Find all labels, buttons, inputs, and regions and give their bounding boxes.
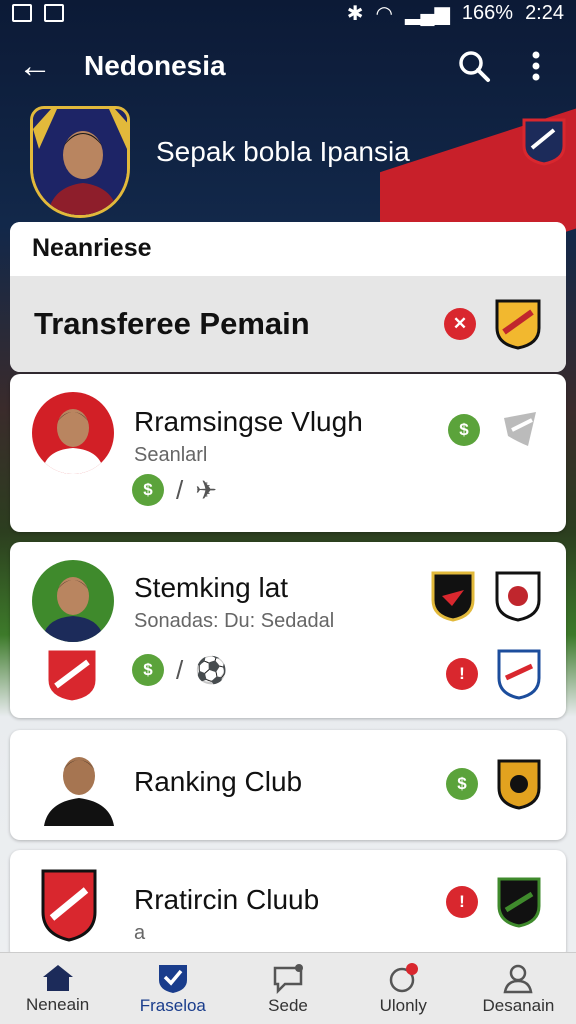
nav-chat[interactable]: Sede bbox=[230, 953, 345, 1024]
close-badge-icon[interactable]: ✕ bbox=[444, 308, 476, 340]
search-icon bbox=[459, 51, 490, 82]
app-bar: ← Nedonesia bbox=[0, 36, 576, 96]
player-avatar bbox=[32, 392, 114, 474]
shield-icon bbox=[504, 412, 536, 446]
hero-title: Sepak bobla Ipansia bbox=[156, 136, 410, 167]
club-crest-icon bbox=[495, 571, 541, 622]
signal-icon: ▂▄▆ bbox=[404, 2, 450, 25]
bluetooth-icon: ✱ bbox=[346, 2, 364, 25]
player-card[interactable]: Stemking lat Sonadas: Du: Sedadal $ / ⚽ … bbox=[10, 542, 566, 718]
player-portrait-icon bbox=[33, 109, 127, 215]
hero-banner: Sepak bobla Ipansia bbox=[0, 100, 576, 220]
club-crest-icon bbox=[497, 759, 541, 810]
nav-profile[interactable]: Desanain bbox=[461, 953, 576, 1024]
player-stats: $ / ⚽ bbox=[132, 654, 228, 686]
page-title: Nedonesia bbox=[84, 50, 226, 81]
nav-label: Desanain bbox=[482, 995, 555, 1015]
status-left bbox=[12, 4, 64, 22]
player-card[interactable]: Rramsingse Vlugh Seanlarl $ / ✈ $ bbox=[10, 374, 566, 532]
bottom-navigation: Neneain Fraseloa Sede Ulonly Desanain bbox=[0, 952, 576, 1024]
status-badge: $ bbox=[448, 414, 480, 446]
status-right: ✱ ◠ ▂▄▆ 166% 2:24 bbox=[347, 1, 564, 26]
status-bar: ✱ ◠ ▂▄▆ 166% 2:24 bbox=[0, 0, 576, 26]
transfer-label: Transferee Pemain bbox=[34, 306, 310, 341]
wifi-icon: ◠ bbox=[375, 2, 393, 25]
football-icon: ⚽ bbox=[195, 654, 228, 685]
currency-icon: $ bbox=[132, 474, 164, 506]
gallery-icon bbox=[12, 4, 32, 22]
time-text: 2:24 bbox=[525, 1, 564, 24]
card-actions: $ bbox=[448, 408, 542, 452]
battery-text: 166% bbox=[461, 1, 514, 24]
notification-icon bbox=[389, 962, 419, 992]
transfer-section: Neanriese Transferee Pemain ✕ bbox=[10, 222, 566, 372]
status-badge: $ bbox=[446, 768, 478, 800]
shield-check-icon bbox=[158, 964, 187, 993]
player-stats: $ / ✈ bbox=[132, 474, 217, 506]
plane-icon: ✈ bbox=[195, 474, 218, 505]
card-actions bbox=[430, 570, 542, 622]
alert-badge: ! bbox=[446, 886, 478, 918]
player-avatar bbox=[30, 106, 130, 218]
club-crest-icon bbox=[497, 877, 541, 928]
card-actions: ! bbox=[446, 876, 542, 928]
club-crest-icon bbox=[497, 649, 541, 700]
player-avatar bbox=[32, 560, 114, 642]
more-vertical-icon bbox=[532, 51, 540, 81]
club-crest-icon bbox=[45, 647, 99, 704]
nav-notifications[interactable]: Ulonly bbox=[346, 953, 461, 1024]
club-crest-icon bbox=[431, 571, 475, 622]
club-subtitle: a bbox=[134, 922, 146, 944]
transfer-row[interactable]: Transferee Pemain ✕ bbox=[10, 276, 566, 372]
chat-icon bbox=[273, 963, 303, 994]
more-menu-button[interactable] bbox=[514, 44, 558, 88]
nav-label: Ulonly bbox=[379, 995, 427, 1015]
section-header: Neanriese bbox=[10, 222, 566, 276]
stat-divider-icon: / bbox=[176, 654, 184, 685]
home-icon bbox=[42, 964, 73, 991]
nav-label: Fraseloa bbox=[139, 995, 206, 1015]
club-card[interactable]: Ranking Club $ bbox=[10, 730, 566, 840]
alert-badge: ! bbox=[446, 658, 478, 690]
currency-icon: $ bbox=[132, 654, 164, 686]
player-portrait-icon bbox=[44, 757, 114, 826]
back-arrow-icon[interactable]: ← bbox=[18, 47, 68, 86]
player-name: Stemking lat bbox=[134, 572, 289, 603]
card-actions: $ bbox=[446, 758, 542, 810]
nav-home[interactable]: Neneain bbox=[0, 953, 115, 1024]
image-icon bbox=[44, 4, 64, 22]
club-crest-icon bbox=[495, 299, 541, 350]
club-name: Rratircin Cluub bbox=[134, 884, 320, 915]
player-portrait-icon bbox=[32, 560, 114, 642]
club-badge-icon bbox=[522, 118, 566, 166]
profile-icon bbox=[503, 964, 533, 993]
player-name: Rramsingse Vlugh bbox=[134, 406, 363, 437]
stat-divider-icon: / bbox=[176, 474, 184, 505]
club-name: Ranking Club bbox=[134, 766, 303, 797]
player-subtitle: Seanlarl bbox=[134, 444, 208, 466]
club-card[interactable]: Rratircin Cluub a ! bbox=[10, 850, 566, 960]
nav-label: Sede bbox=[268, 995, 308, 1015]
player-subtitle: Sonadas: Du: Sedadal bbox=[134, 610, 335, 632]
player-portrait-icon bbox=[32, 392, 114, 474]
club-crest-icon bbox=[41, 869, 97, 942]
card-extra-actions: ! bbox=[446, 648, 542, 700]
search-button[interactable] bbox=[452, 44, 496, 88]
nav-label: Neneain bbox=[25, 994, 90, 1014]
nav-transfer[interactable]: Fraseloa bbox=[115, 953, 230, 1024]
